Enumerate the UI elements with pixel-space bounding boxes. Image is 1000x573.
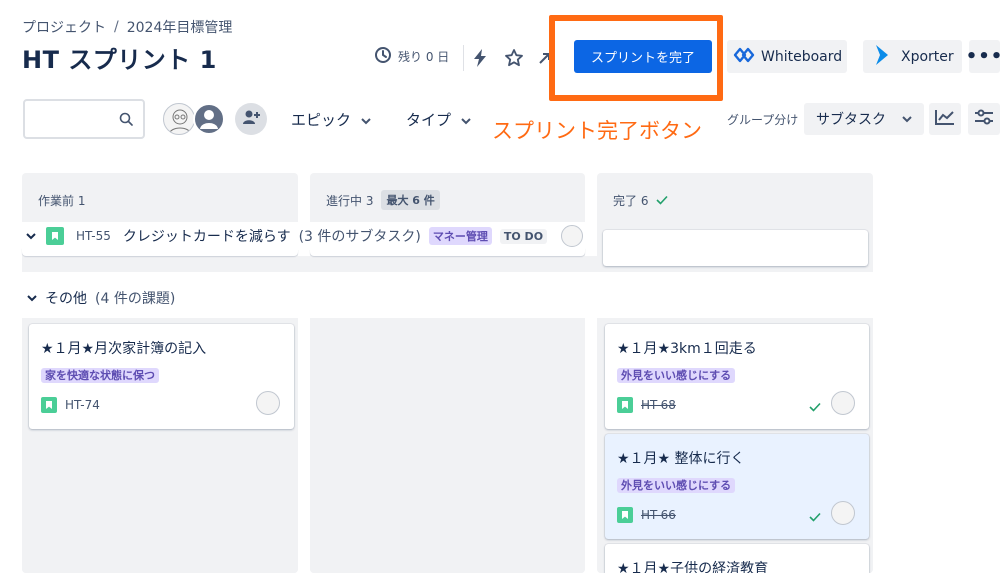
xporter-button[interactable]: Xporter [863, 40, 962, 73]
swimlane-count: (4 件の課題) [95, 291, 176, 307]
xporter-icon [875, 44, 889, 70]
issue-card-collapsed[interactable] [603, 230, 868, 266]
clock-icon [374, 46, 392, 67]
group-by-select[interactable]: サブタスク [804, 103, 924, 135]
whiteboard-icon [733, 46, 755, 68]
swimlane-header-other[interactable]: その他 (4 件の課題) [27, 288, 175, 308]
group-by-value: サブタスク [816, 112, 886, 128]
column-in-progress-lane [310, 318, 585, 573]
issue-key[interactable]: HT-74 [65, 398, 100, 412]
add-person-icon [242, 109, 260, 129]
epic-lozenge: マネー管理 [428, 227, 492, 245]
swimlane-label: その他 [45, 291, 87, 307]
column-title: 進行中 3 [326, 193, 374, 208]
swimlane-subtask-count: (3 件のサブタスク) [298, 229, 421, 245]
xporter-label: Xporter [901, 48, 954, 65]
epic-lozenge: 外見をいい感じにする [617, 478, 736, 493]
column-title: 完了 6 [613, 194, 649, 208]
swimlane-key[interactable]: HT-55 [76, 229, 111, 243]
chevron-down-icon [27, 290, 37, 306]
issue-key[interactable]: HT-68 [641, 398, 676, 412]
whiteboard-button[interactable]: Whiteboard [727, 40, 847, 73]
check-icon [809, 507, 821, 526]
complete-sprint-button[interactable]: スプリントを完了 [574, 40, 712, 73]
search-field[interactable] [23, 99, 145, 139]
card-title: ★１月★3km１回走る [617, 341, 757, 357]
avatar[interactable] [256, 391, 280, 415]
star-icon[interactable] [500, 44, 528, 72]
type-filter-dropdown[interactable]: タイプ [406, 109, 471, 130]
avatar-unassigned[interactable] [193, 103, 225, 135]
epic-lozenge: 外見をいい感じにする [617, 368, 736, 383]
issue-card[interactable]: ★１月★3km１回走る 外見をいい感じにする HT-68 [605, 324, 869, 429]
issue-card[interactable]: ★１月★月次家計簿の記入 家を快適な状態に保つ HT-74 [29, 324, 294, 429]
check-icon [656, 194, 669, 208]
view-settings-button[interactable] [968, 103, 1000, 135]
issue-card[interactable]: ★１月★子供の経済教育 [605, 544, 869, 573]
epic-filter-label: エピック [291, 111, 352, 129]
search-icon [119, 111, 133, 130]
story-icon [617, 397, 633, 413]
automation-icon[interactable] [466, 44, 494, 72]
chevron-down-icon [461, 111, 471, 129]
column-header: 作業前 1 [38, 192, 85, 209]
card-title: ★１月★月次家計簿の記入 [41, 341, 207, 357]
time-remaining-text: 残り 0 日 [398, 50, 450, 64]
story-icon [617, 507, 633, 523]
type-filter-label: タイプ [406, 111, 452, 129]
chevron-down-icon[interactable] [26, 228, 36, 244]
annotation-label: スプリント完了ボタン [492, 119, 702, 143]
breadcrumb-board-link[interactable]: 2024年目標管理 [127, 17, 233, 37]
breadcrumb: プロジェクト / 2024年目標管理 [22, 17, 232, 37]
chevron-down-icon [902, 111, 912, 127]
card-title: ★１月★子供の経済教育 [617, 561, 769, 573]
page-title: HT スプリント 1 [22, 46, 217, 74]
breadcrumb-separator: / [114, 19, 119, 35]
swimlane-summary: クレジットカードを減らす [122, 229, 291, 245]
avatar[interactable] [163, 103, 195, 135]
issue-key[interactable]: HT-66 [641, 508, 676, 522]
header-divider [463, 45, 464, 71]
avatar[interactable] [831, 501, 855, 525]
line-chart-icon [935, 109, 955, 129]
column-header: 完了 6 [613, 192, 669, 209]
status-lozenge: TO DO [499, 228, 548, 244]
add-people-button[interactable] [235, 103, 267, 135]
more-actions-button[interactable]: ••• [966, 40, 1000, 73]
sliders-icon [974, 109, 994, 129]
column-title: 作業前 1 [38, 194, 86, 208]
search-input[interactable] [25, 101, 115, 137]
time-remaining: 残り 0 日 [374, 46, 449, 67]
avatar[interactable] [831, 391, 855, 415]
story-icon [46, 227, 64, 245]
chevron-down-icon [361, 111, 371, 129]
issue-card[interactable]: ★１月★ 整体に行く 外見をいい感じにする HT-66 [605, 434, 869, 539]
epic-lozenge: 家を快適な状態に保つ [41, 368, 159, 383]
whiteboard-label: Whiteboard [761, 48, 843, 65]
column-header: 進行中 3 最大 6 件 [326, 190, 440, 210]
group-by-label: グループ分け [727, 113, 799, 127]
insights-button[interactable] [929, 103, 961, 135]
avatar [561, 225, 584, 247]
breadcrumb-projects-link[interactable]: プロジェクト [22, 17, 106, 37]
epic-filter-dropdown[interactable]: エピック [291, 109, 371, 130]
wip-limit-badge: 最大 6 件 [381, 190, 440, 210]
card-title: ★１月★ 整体に行く [617, 451, 745, 467]
story-icon [41, 397, 57, 413]
swimlane-header[interactable]: HT-55 クレジットカードを減らす (3 件のサブタスク) マネー管理 TO … [22, 222, 585, 250]
check-icon [809, 397, 821, 416]
